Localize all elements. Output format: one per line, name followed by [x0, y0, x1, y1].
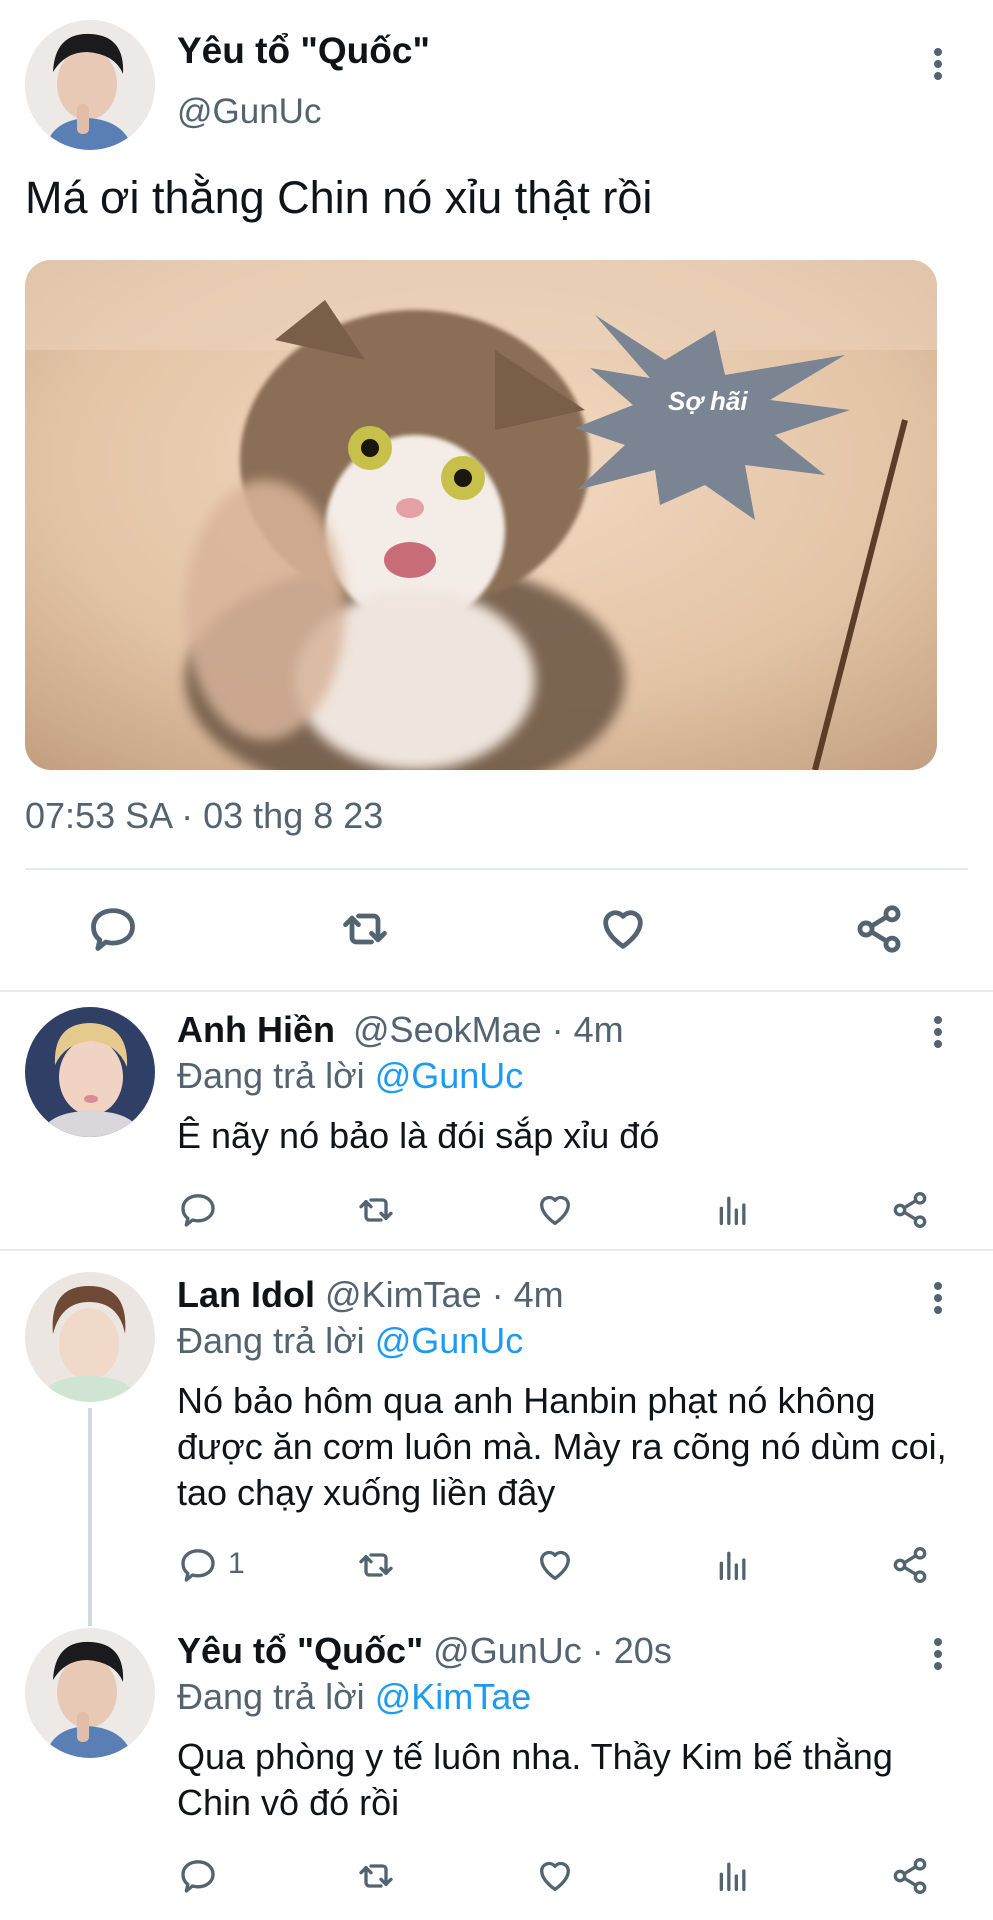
like-icon[interactable] [596, 903, 650, 955]
thread-line [88, 1408, 92, 1626]
like-icon[interactable] [535, 1190, 575, 1230]
avatar[interactable] [25, 1272, 155, 1402]
reply-icon[interactable] [87, 903, 139, 955]
reply-header: Yêu tổ "Quốc" @GunUc · 20s [177, 1630, 672, 1672]
retweet-icon[interactable] [355, 1856, 397, 1896]
author-handle[interactable]: @SeokMae [353, 1009, 542, 1050]
share-icon[interactable] [890, 1190, 930, 1230]
like-icon[interactable] [535, 1545, 575, 1585]
author-name[interactable]: Anh Hiền [177, 1009, 335, 1050]
more-options-icon[interactable] [918, 1278, 958, 1318]
replying-prefix: Đang trả lời [177, 1676, 365, 1717]
more-options-icon[interactable] [918, 44, 958, 84]
views-icon[interactable] [713, 1856, 753, 1896]
post-time: · 4m [551, 1009, 624, 1050]
tweet-image[interactable]: Sợ hãi [25, 260, 937, 770]
divider [25, 868, 968, 870]
avatar[interactable] [25, 1628, 155, 1758]
author-name[interactable]: Yêu tổ "Quốc" [177, 30, 430, 72]
mention-link[interactable]: @GunUc [375, 1055, 524, 1096]
timestamp: 07:53 SA · 03 thg 8 23 [25, 795, 384, 836]
reply-icon[interactable] [178, 1190, 218, 1230]
author-name[interactable]: Lan Idol [177, 1274, 315, 1315]
mention-link[interactable]: @GunUc [375, 1320, 524, 1361]
share-icon[interactable] [852, 903, 906, 955]
reply-text: Qua phòng y tế luôn nha. Thầy Kim bế thằ… [177, 1736, 893, 1823]
author-name[interactable]: Yêu tổ "Quốc" [177, 1630, 423, 1671]
image-caption: Sợ hãi [668, 386, 748, 416]
more-options-icon[interactable] [918, 1634, 958, 1674]
reply-header: Anh Hiền @SeokMae · 4m [177, 1009, 624, 1051]
views-icon[interactable] [713, 1190, 753, 1230]
reply-icon[interactable] [178, 1856, 218, 1896]
reply-text: Ê nãy nó bảo là đói sắp xỉu đó [177, 1115, 660, 1156]
mention-link[interactable]: @KimTae [375, 1676, 532, 1717]
author-handle[interactable]: @GunUc [433, 1630, 582, 1671]
author-handle[interactable]: @KimTae [325, 1274, 482, 1315]
replying-to: Đang trả lời @GunUc [177, 1320, 523, 1362]
avatar[interactable] [25, 1007, 155, 1137]
like-icon[interactable] [535, 1856, 575, 1896]
reply-text: Nó bảo hôm qua anh Hanbin phạt nó không … [177, 1380, 947, 1513]
avatar[interactable] [25, 20, 155, 150]
replying-to: Đang trả lời @KimTae [177, 1676, 531, 1718]
replying-prefix: Đang trả lời [177, 1055, 365, 1096]
reply-header: Lan Idol @KimTae · 4m [177, 1274, 564, 1316]
views-icon[interactable] [713, 1545, 753, 1585]
retweet-icon[interactable] [355, 1545, 397, 1585]
tweet-text: Má ơi thằng Chin nó xỉu thật rồi [25, 172, 653, 223]
replying-prefix: Đang trả lời [177, 1320, 365, 1361]
reply-count: 1 [228, 1547, 245, 1580]
divider [0, 990, 993, 992]
retweet-icon[interactable] [355, 1190, 397, 1230]
post-time: · 20s [591, 1630, 672, 1671]
share-icon[interactable] [890, 1545, 930, 1585]
retweet-icon[interactable] [338, 903, 392, 955]
more-options-icon[interactable] [918, 1012, 958, 1052]
reply-icon[interactable] [178, 1545, 218, 1585]
replying-to: Đang trả lời @GunUc [177, 1055, 523, 1097]
divider [0, 1249, 993, 1251]
share-icon[interactable] [890, 1856, 930, 1896]
post-time: · 4m [491, 1274, 564, 1315]
author-handle[interactable]: @GunUc [177, 92, 321, 132]
